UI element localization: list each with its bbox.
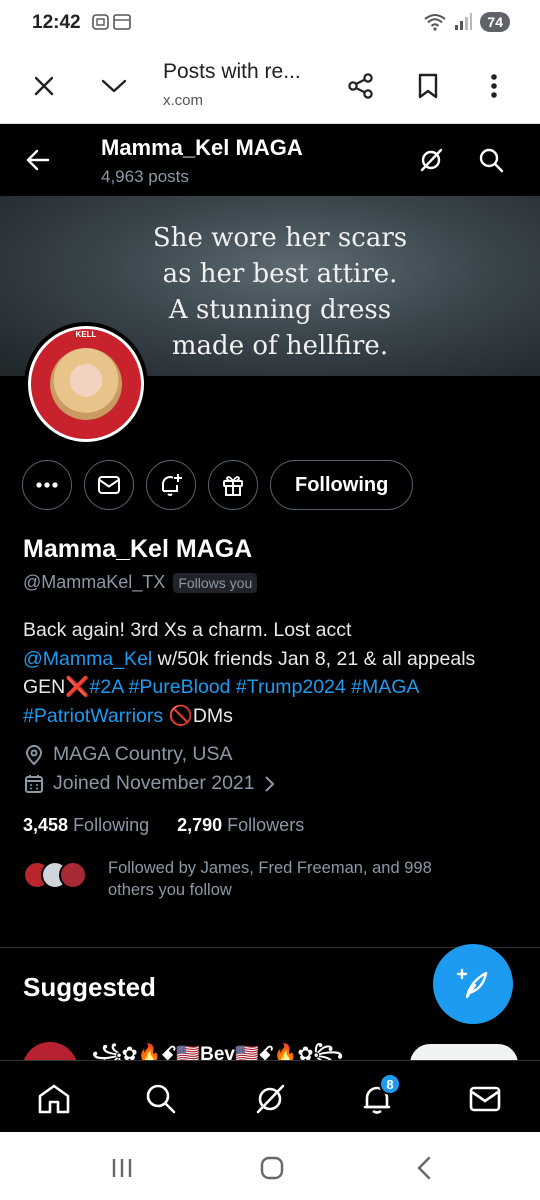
gift-button[interactable]: [208, 460, 258, 510]
suggested-user-avatar: [22, 1042, 78, 1060]
bio-text: w/50k friends Jan 8, 21 & all appeals: [152, 647, 476, 670]
follower-avatar: [59, 861, 87, 889]
followed-by-line: others you follow: [108, 881, 232, 899]
signal-icon: [455, 13, 473, 30]
followed-by-row[interactable]: Followed by James, Fred Freeman, and 998…: [23, 857, 523, 907]
followers-count: 2,790: [177, 815, 223, 835]
status-bar: 12:42 74: [0, 0, 540, 46]
header-profile-name: Mamma_Kel MAGA: [101, 135, 303, 160]
more-vert-icon[interactable]: [476, 68, 512, 104]
followed-by-line: Followed by James, Fred Freeman, and 998: [108, 859, 432, 877]
bell-plus-icon: [162, 474, 182, 496]
message-button[interactable]: [84, 460, 134, 510]
notifications-bell-icon[interactable]: 8: [357, 1073, 401, 1119]
back-arrow-icon[interactable]: [20, 142, 56, 178]
red-x-emoji: ❌: [65, 676, 90, 698]
grok-icon[interactable]: [413, 142, 449, 178]
x-profile-page: Mamma_Kel MAGA 4,963 posts She wore her …: [0, 124, 540, 1132]
bio-line: GEN❌#2A #PureBlood #Trump2024 #MAGA: [23, 673, 523, 702]
compose-post-button[interactable]: [433, 944, 513, 1024]
avatar-ring-text: KELL: [75, 330, 97, 339]
following-label: Following: [73, 815, 150, 835]
profile-actions: Following: [22, 460, 414, 512]
profile-handle: @MammaKel_TX: [23, 572, 166, 592]
custom-tab-bar: Posts with re... x.com: [0, 46, 540, 124]
compose-feather-icon: [456, 968, 488, 999]
profile-location: MAGA Country, USA: [53, 743, 233, 765]
followers-count-link[interactable]: 2,790 Followers: [177, 815, 304, 836]
chevron-down-icon[interactable]: [96, 68, 132, 104]
bio-text: GEN: [23, 676, 66, 698]
bookmark-icon[interactable]: [410, 68, 446, 104]
explore-search-icon[interactable]: [141, 1079, 181, 1119]
battery-indicator: 74: [480, 12, 510, 32]
search-icon[interactable]: [473, 142, 509, 178]
wifi-icon: [424, 14, 447, 31]
profile-avatar[interactable]: KELL: [24, 322, 148, 446]
avatar-photo: [50, 348, 122, 420]
recent-apps-icon[interactable]: [102, 1152, 142, 1184]
suggested-heading: Suggested: [23, 972, 156, 1002]
chevron-right-icon: [264, 775, 275, 792]
more-horiz-icon: [36, 482, 58, 488]
following-count-link[interactable]: 3,458 Following: [23, 815, 149, 836]
handle-row: @MammaKel_TX Follows you: [23, 572, 258, 593]
suggested-follow-button[interactable]: [410, 1044, 518, 1060]
tab-url[interactable]: x.com: [163, 92, 203, 109]
notification-badge: 8: [379, 1073, 401, 1095]
android-nav-bar: [0, 1132, 540, 1200]
profile-bio: Back again! 3rd Xs a charm. Lost acct @M…: [23, 616, 523, 730]
home-icon[interactable]: [34, 1079, 74, 1119]
location-pin-icon: [25, 744, 43, 765]
suggested-user-name: ꧁✿🔥ꗃ🇺🇸Bev🇺🇸ꗃ🔥✿꧂: [92, 1044, 344, 1060]
bio-line: Back again! 3rd Xs a charm. Lost acct: [23, 619, 352, 641]
bio-line: @Mamma_Kel w/50k friends Jan 8, 21 & all…: [23, 645, 523, 674]
follows-you-badge: Follows you: [173, 572, 258, 593]
bottom-nav: 8: [0, 1060, 540, 1132]
bio-hashtag-link[interactable]: #PatriotWarriors: [23, 705, 163, 727]
profile-top-nav: Mamma_Kel MAGA 4,963 posts: [0, 124, 540, 196]
messages-mail-icon[interactable]: [465, 1079, 505, 1119]
close-icon[interactable]: [26, 68, 62, 104]
banner-line: as her best attire.: [162, 259, 398, 289]
followers-label: Followers: [227, 815, 305, 835]
more-options-button[interactable]: [22, 460, 72, 510]
bio-hashtags[interactable]: #2A #PureBlood #Trump2024 #MAGA: [90, 676, 420, 698]
home-button-icon[interactable]: [252, 1152, 292, 1184]
status-time: 12:42: [32, 12, 81, 33]
joined-row[interactable]: Joined November 2021: [23, 772, 275, 795]
banner-line: She wore her scars: [152, 223, 408, 253]
location-row: MAGA Country, USA: [23, 743, 233, 766]
suggested-user-row[interactable]: ꧁✿🔥ꗃ🇺🇸Bev🇺🇸ꗃ🔥✿꧂: [0, 1040, 540, 1060]
header-post-count: 4,963 posts: [101, 167, 189, 186]
status-notification-icons: [92, 13, 132, 35]
system-indicators: 74: [424, 12, 510, 32]
no-entry-emoji: 🚫: [168, 704, 193, 727]
screenshot-icon: [92, 14, 131, 30]
bio-text: DMs: [192, 704, 233, 727]
following-button[interactable]: Following: [270, 460, 414, 510]
profile-name: Mamma_Kel MAGA: [23, 535, 253, 563]
mail-icon: [98, 476, 120, 494]
following-count: 3,458: [23, 815, 69, 835]
back-button-icon[interactable]: [404, 1152, 444, 1184]
bio-line: #PatriotWarriors 🚫DMs: [23, 702, 523, 731]
share-icon[interactable]: [343, 68, 379, 104]
profile-joined-date: Joined November 2021: [53, 772, 255, 794]
notify-button[interactable]: [146, 460, 196, 510]
bio-mention-link[interactable]: @Mamma_Kel: [23, 648, 152, 670]
calendar-icon: [25, 774, 43, 793]
followed-by-text: Followed by James, Fred Freeman, and 998…: [108, 857, 508, 901]
grok-nav-icon[interactable]: [250, 1079, 290, 1119]
tab-title[interactable]: Posts with re...: [163, 60, 301, 84]
gift-icon: [223, 476, 243, 496]
follow-counts: 3,458 Following 2,790 Followers: [23, 815, 304, 836]
